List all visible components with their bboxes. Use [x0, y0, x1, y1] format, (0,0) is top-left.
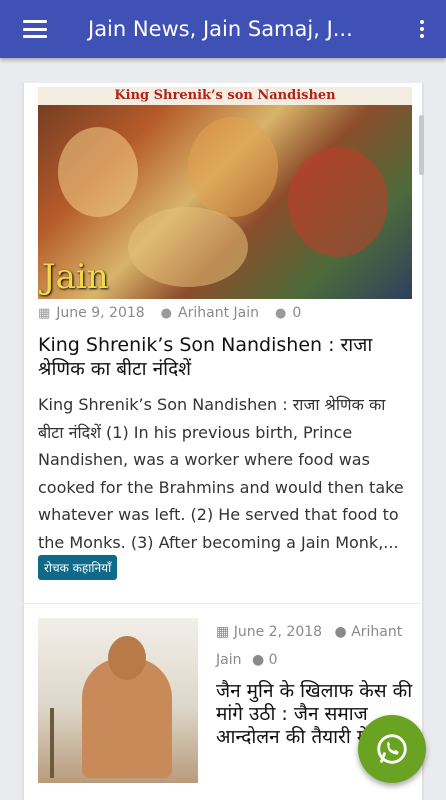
post-excerpt: King Shrenik’s Son Nandishen : राजा श्रे…	[38, 395, 404, 552]
post-meta: ▦ June 2, 2018 ● Arihant Jain ● 0	[216, 618, 421, 674]
scrollbar[interactable]	[419, 115, 424, 175]
post-thumbnail[interactable]	[38, 618, 198, 783]
user-icon: ●	[160, 305, 173, 321]
post-card[interactable]: ▦ June 2, 2018 ● Arihant Jain ● 0 जैन मु…	[22, 604, 424, 800]
image-figure	[288, 147, 388, 257]
hamburger-menu-button[interactable]	[0, 0, 70, 58]
post-author[interactable]: Arihant Jain	[178, 305, 259, 321]
comment-icon: ●	[274, 305, 287, 321]
overflow-menu-icon	[420, 20, 424, 24]
overflow-menu-button[interactable]	[398, 0, 446, 58]
comment-count[interactable]: 0	[292, 305, 301, 321]
post-card[interactable]: King Shrenik’s son Nandishen Jain ▦ June…	[22, 83, 424, 603]
user-icon: ●	[334, 624, 347, 640]
post-date[interactable]: June 9, 2018	[56, 305, 144, 321]
image-caption: King Shrenik’s son Nandishen	[38, 87, 412, 105]
calendar-icon: ▦	[216, 624, 230, 640]
image-figure	[50, 708, 54, 778]
image-figure	[58, 127, 138, 217]
image-figure	[188, 117, 278, 217]
whatsapp-icon	[377, 734, 407, 764]
post-date[interactable]: June 2, 2018	[234, 624, 322, 640]
comment-icon: ●	[251, 652, 265, 668]
post-meta: ▦ June 9, 2018 ● Arihant Jain ● 0	[38, 305, 301, 321]
app-title: Jain News, Jain Samaj, J...	[88, 17, 353, 41]
app-bar: Jain News, Jain Samaj, J...	[0, 0, 446, 58]
jain-logo: Jain	[42, 257, 109, 297]
category-badge[interactable]: रोचक कहानियाँ	[38, 555, 118, 580]
calendar-icon: ▦	[38, 305, 51, 321]
whatsapp-share-button[interactable]	[358, 715, 426, 783]
image-figure	[128, 207, 248, 287]
post-featured-image[interactable]: King Shrenik’s son Nandishen Jain	[38, 87, 412, 299]
image-figure	[108, 636, 146, 680]
comment-count[interactable]: 0	[269, 652, 278, 668]
post-list[interactable]: King Shrenik’s son Nandishen Jain ▦ June…	[0, 58, 446, 800]
post-title[interactable]: King Shrenik’s Son Nandishen : राजा श्रे…	[38, 333, 408, 381]
hamburger-icon	[23, 20, 47, 38]
